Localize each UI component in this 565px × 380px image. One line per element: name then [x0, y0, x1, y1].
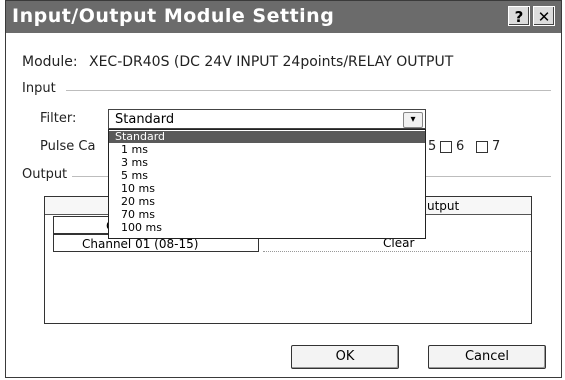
filter-option-70ms[interactable]: 70 ms	[109, 209, 425, 221]
filter-option-100ms[interactable]: 100 ms	[109, 222, 425, 234]
output-separator-left	[72, 176, 108, 177]
filter-option-5ms[interactable]: 5 ms	[109, 170, 425, 182]
module-value: XEC-DR40S (DC 24V INPUT 24points/RELAY O…	[89, 54, 454, 70]
module-label: Module:	[22, 54, 78, 70]
filter-label: Filter:	[40, 111, 77, 126]
output-separator-right	[426, 176, 551, 177]
dialog-title: Input/Output Module Setting	[12, 5, 335, 27]
filter-combobox[interactable]: Standard ▾	[108, 109, 426, 129]
pulse-checkbox-label-7: 7	[492, 139, 501, 154]
title-bar[interactable]: Input/Output Module Setting ? ✕	[6, 1, 561, 33]
filter-option-10ms[interactable]: 10 ms	[109, 183, 425, 195]
input-section-label: Input	[22, 81, 56, 96]
io-module-setting-dialog: Input/Output Module Setting ? ✕ Module: …	[5, 0, 562, 378]
pulse-checkbox-6[interactable]	[440, 141, 452, 153]
filter-option-20ms[interactable]: 20 ms	[109, 196, 425, 208]
filter-dropdown-list[interactable]: Standard 1 ms 3 ms 5 ms 10 ms 20 ms 70 m…	[108, 129, 426, 239]
cancel-button[interactable]: Cancel	[428, 345, 546, 369]
pulse-checkbox-label-5: 5	[428, 139, 437, 154]
pulse-checkbox-7[interactable]	[476, 141, 488, 153]
ok-button[interactable]: OK	[291, 345, 399, 369]
filter-option-standard[interactable]: Standard	[109, 131, 425, 143]
output-section-label: Output	[22, 167, 68, 182]
pulse-checkbox-label-6: 6	[456, 139, 465, 154]
close-button[interactable]: ✕	[533, 6, 555, 26]
pulse-capture-label: Pulse Ca	[40, 139, 96, 154]
help-button[interactable]: ?	[508, 6, 530, 26]
filter-option-1ms[interactable]: 1 ms	[109, 144, 425, 156]
filter-selected-value: Standard	[115, 112, 175, 127]
filter-option-3ms[interactable]: 3 ms	[109, 157, 425, 169]
chevron-down-icon[interactable]: ▾	[403, 112, 423, 128]
input-separator	[66, 90, 551, 91]
